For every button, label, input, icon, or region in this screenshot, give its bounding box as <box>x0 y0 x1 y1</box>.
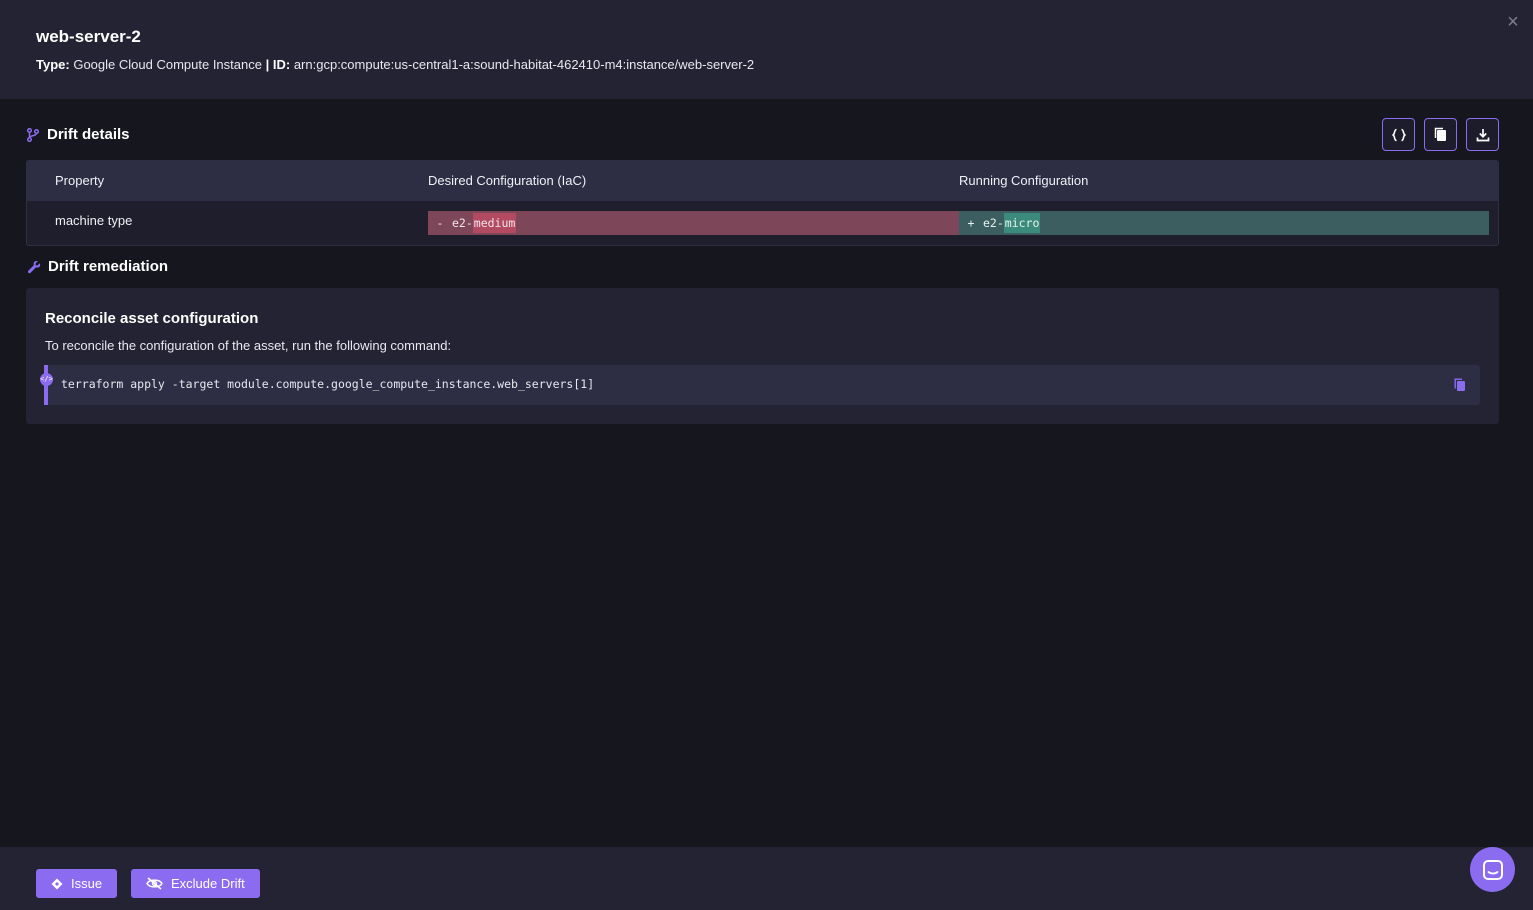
drift-details-heading: Drift details <box>26 126 130 143</box>
table-header: Property Desired Configuration (IaC) Run… <box>27 161 1498 201</box>
column-header-property: Property <box>55 173 105 188</box>
close-icon[interactable]: × <box>1503 12 1523 32</box>
exclude-drift-label: Exclude Drift <box>171 876 245 891</box>
chat-launcher-button[interactable] <box>1470 847 1515 892</box>
eye-slash-icon <box>146 877 163 890</box>
desired-value-cell: - e2- medium <box>428 211 959 235</box>
view-json-button[interactable] <box>1382 118 1415 151</box>
copy-command-icon[interactable] <box>1454 378 1466 392</box>
remediation-card: Reconcile asset configuration To reconci… <box>26 288 1499 424</box>
issue-label: Issue <box>71 876 103 891</box>
footer-bar: Issue Exclude Drift <box>0 847 1533 910</box>
running-highlight: micro <box>1003 213 1041 233</box>
added-sign: + <box>967 216 975 230</box>
chat-icon <box>1482 859 1503 880</box>
drift-table: Property Desired Configuration (IaC) Run… <box>26 160 1499 246</box>
column-header-running: Running Configuration <box>959 173 1089 188</box>
asset-meta: Type: Google Cloud Compute Instance | ID… <box>36 57 754 72</box>
copy-button[interactable] <box>1424 118 1457 151</box>
type-label: Type: <box>36 57 70 72</box>
json-icon <box>1391 128 1406 141</box>
meta-separator: | <box>265 57 270 72</box>
remediation-description: To reconcile the configuration of the as… <box>45 338 452 353</box>
remediation-card-title: Reconcile asset configuration <box>45 310 259 327</box>
download-button[interactable] <box>1466 118 1499 151</box>
command-box: </> terraform apply -target module.compu… <box>40 365 1480 405</box>
property-cell: machine type <box>55 213 133 228</box>
drift-remediation-heading: Drift remediation <box>27 258 168 275</box>
asset-header: web-server-2 Type: Google Cloud Compute … <box>0 0 1533 99</box>
copy-icon <box>1434 127 1446 141</box>
desired-highlight: medium <box>472 213 517 233</box>
running-value-cell: + e2- micro <box>959 211 1489 235</box>
type-value: Google Cloud Compute Instance <box>73 57 262 72</box>
branch-icon <box>26 127 40 142</box>
removed-sign: - <box>436 216 444 230</box>
issue-icon <box>51 878 63 889</box>
wrench-icon <box>27 260 41 273</box>
exclude-drift-button[interactable]: Exclude Drift <box>131 869 260 898</box>
command-text[interactable]: terraform apply -target module.compute.g… <box>61 377 594 391</box>
issue-button[interactable]: Issue <box>36 869 118 898</box>
asset-title: web-server-2 <box>36 27 141 46</box>
desired-prefix: e2- <box>452 216 473 230</box>
id-value: arn:gcp:compute:us-central1-a:sound-habi… <box>293 57 755 72</box>
column-header-desired: Desired Configuration (IaC) <box>428 173 587 188</box>
running-prefix: e2- <box>983 216 1004 230</box>
drift-remediation-title: Drift remediation <box>48 258 169 275</box>
download-icon <box>1476 128 1489 141</box>
id-label: ID: <box>272 57 291 72</box>
drift-details-title: Drift details <box>47 126 130 143</box>
code-icon: </> <box>40 373 53 386</box>
